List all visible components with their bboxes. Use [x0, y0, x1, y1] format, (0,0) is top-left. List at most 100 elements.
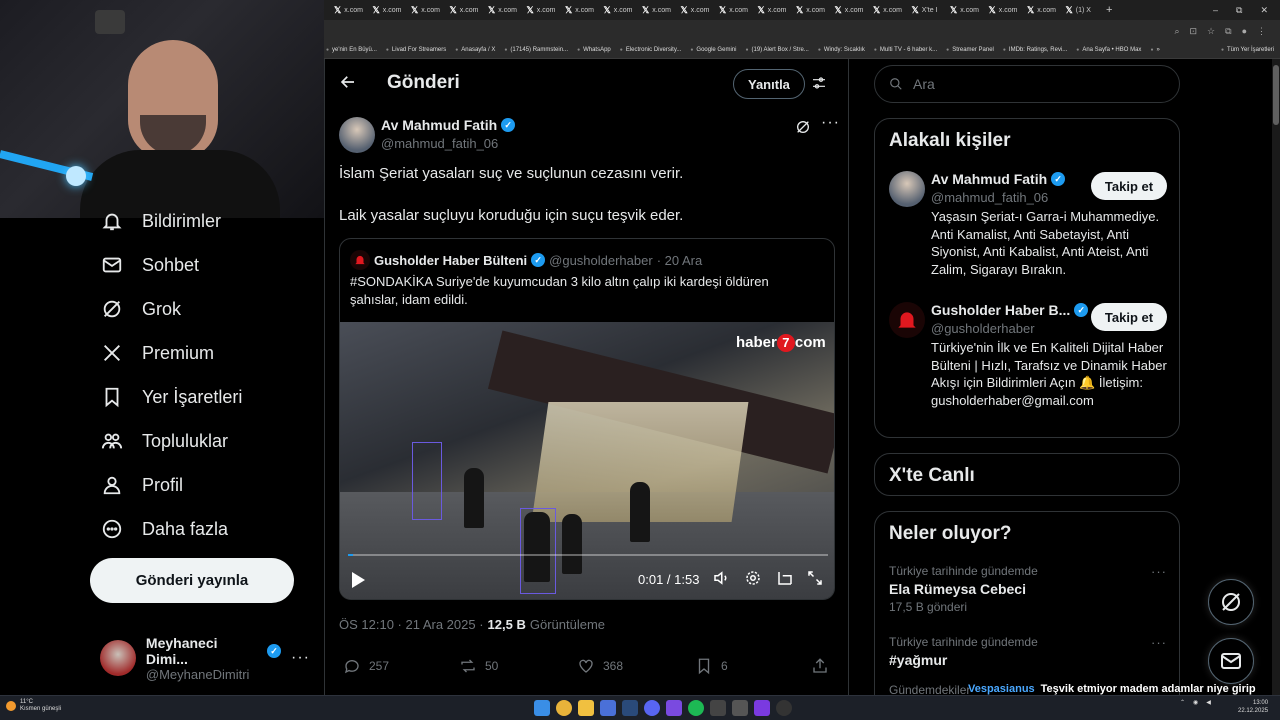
- bookmark-item[interactable]: (19) Alert Box / Stre...: [745, 47, 808, 53]
- browser-tab[interactable]: 𝕏x.com: [831, 0, 870, 20]
- nav-item-grok[interactable]: Grok: [100, 294, 181, 324]
- follow-button[interactable]: Takip et: [1091, 172, 1167, 200]
- star-icon[interactable]: ☆: [1207, 26, 1215, 37]
- follow-button[interactable]: Takip et: [1091, 303, 1167, 331]
- reply-button[interactable]: Yanıtla: [733, 69, 805, 99]
- live-card[interactable]: X'te Canlı: [874, 453, 1180, 496]
- volume-icon[interactable]: [712, 569, 732, 589]
- bookmark-item[interactable]: ye'nin En Büyü...: [326, 47, 377, 53]
- nav-item-profile[interactable]: Profil: [100, 470, 183, 500]
- browser-tab[interactable]: 𝕏x.com: [792, 0, 831, 20]
- back-arrow-icon[interactable]: [339, 73, 361, 95]
- repost-action[interactable]: 50: [459, 657, 498, 675]
- account-switcher[interactable]: Meyhaneci Dimi... ✓ @MeyhaneDimitri ···: [100, 635, 310, 682]
- sliders-icon[interactable]: [811, 75, 827, 96]
- spotify-icon[interactable]: [688, 700, 704, 716]
- browser-tab[interactable]: 𝕏x.com: [985, 0, 1024, 20]
- bookmark-item[interactable]: Anasayfa / X: [455, 47, 495, 53]
- nav-item-communities[interactable]: Topluluklar: [100, 426, 228, 456]
- video-player[interactable]: haber 7 com 0:01 / 1:53: [340, 322, 834, 599]
- app-icon[interactable]: [754, 700, 770, 716]
- zoom-icon[interactable]: ⌕: [1174, 26, 1179, 37]
- tweet-timestamp[interactable]: ÖS 12:10 · 21 Ara 2025 ·: [339, 617, 484, 632]
- bookmark-item[interactable]: Electronic Diversity...: [620, 47, 682, 53]
- app-icon[interactable]: [600, 700, 616, 716]
- profile-icon[interactable]: ●: [1242, 26, 1247, 36]
- start-icon[interactable]: [534, 700, 550, 716]
- bookmark-item[interactable]: Ana Sayfa • HBO Max: [1076, 47, 1141, 53]
- bookmark-item[interactable]: Tüm Yer İşaretleri: [1221, 47, 1274, 53]
- browser-tab[interactable]: 𝕏x.com: [1023, 0, 1062, 20]
- browser-tab[interactable]: 𝕏x.com: [446, 0, 485, 20]
- search-input[interactable]: Ara: [874, 65, 1180, 103]
- bookmark-item[interactable]: WhatsApp: [577, 47, 611, 53]
- scrollbar[interactable]: [1272, 59, 1280, 695]
- fullscreen-icon[interactable]: [806, 569, 826, 589]
- install-icon[interactable]: ⊡: [1190, 26, 1198, 37]
- nav-item-premium[interactable]: Premium: [100, 338, 214, 368]
- chrome-icon[interactable]: [556, 700, 572, 716]
- volume-icon[interactable]: ◀: [1206, 699, 1211, 706]
- browser-tab[interactable]: 𝕏 (1) X: [1062, 0, 1101, 20]
- system-tray[interactable]: ⌃ ◉ ◀: [1180, 699, 1211, 706]
- nav-item-more[interactable]: Daha fazla: [100, 514, 228, 544]
- nav-item-chat[interactable]: Sohbet: [100, 250, 199, 280]
- browser-tab[interactable]: 𝕏 X'te I: [908, 0, 947, 20]
- bookmark-item[interactable]: Livad For Streamers: [386, 47, 446, 53]
- minimize-button[interactable]: –: [1213, 5, 1218, 16]
- app-icon[interactable]: [732, 700, 748, 716]
- bookmark-item[interactable]: Streamer Panel: [946, 47, 994, 53]
- more-icon[interactable]: ···: [1151, 564, 1167, 579]
- bookmark-action[interactable]: 6: [695, 657, 728, 675]
- bookmark-item[interactable]: Google Gemini: [690, 47, 736, 53]
- quoted-tweet[interactable]: Gusholder Haber Bülteni ✓ @gusholderhabe…: [339, 238, 835, 600]
- bookmark-item[interactable]: »: [1150, 47, 1159, 53]
- video-progress-bar[interactable]: [348, 554, 828, 556]
- new-tab-button[interactable]: +: [1100, 4, 1112, 16]
- trend-item[interactable]: Türkiye tarihinde gündemde Ela Rümeysa C…: [889, 564, 1169, 614]
- share-action[interactable]: [811, 657, 829, 675]
- weather-widget[interactable]: 11°C Kısmen güneşli: [6, 699, 61, 713]
- nav-item-bookmarks[interactable]: Yer İşaretleri: [100, 382, 242, 412]
- more-icon[interactable]: ···: [821, 114, 840, 132]
- chevron-up-icon[interactable]: ⌃: [1180, 699, 1185, 706]
- browser-tab[interactable]: 𝕏x.com: [484, 0, 523, 20]
- post-button[interactable]: Gönderi yayınla: [90, 558, 294, 603]
- close-button[interactable]: ✕: [1260, 5, 1268, 16]
- nav-item-notifications[interactable]: Bildirimler: [100, 206, 221, 236]
- steam-icon[interactable]: [622, 700, 638, 716]
- bookmark-item[interactable]: (17145) Rammstein...: [504, 47, 568, 53]
- avatar[interactable]: [339, 117, 375, 153]
- browser-tab[interactable]: 𝕏x.com: [600, 0, 639, 20]
- picture-in-picture-icon[interactable]: [776, 569, 796, 589]
- browser-tab[interactable]: 𝕏x.com: [561, 0, 600, 20]
- obs-icon[interactable]: [776, 700, 792, 716]
- network-icon[interactable]: ◉: [1193, 699, 1198, 706]
- bookmark-item[interactable]: Multi TV - 6 haber k...: [874, 47, 937, 53]
- browser-tab[interactable]: 𝕏x.com: [407, 0, 446, 20]
- grok-icon[interactable]: [795, 119, 811, 140]
- author-name[interactable]: Av Mahmud Fatih: [381, 117, 497, 133]
- browser-tab[interactable]: 𝕏x.com: [754, 0, 793, 20]
- browser-tab[interactable]: 𝕏x.com: [869, 0, 908, 20]
- maximize-button[interactable]: ⧉: [1236, 5, 1242, 16]
- author-handle[interactable]: @mahmud_fatih_06: [381, 136, 498, 151]
- menu-icon[interactable]: ⋮: [1257, 26, 1266, 37]
- messages-fab[interactable]: [1208, 638, 1254, 684]
- more-icon[interactable]: ···: [1151, 635, 1167, 650]
- reply-action[interactable]: 257: [343, 657, 389, 675]
- app-icon[interactable]: [666, 700, 682, 716]
- browser-tab[interactable]: 𝕏x.com: [523, 0, 562, 20]
- explorer-icon[interactable]: [578, 700, 594, 716]
- browser-tab[interactable]: 𝕏x.com: [677, 0, 716, 20]
- trend-item[interactable]: Türkiye tarihinde gündemde #yağmur ···: [889, 635, 1169, 668]
- extensions-icon[interactable]: ⧉: [1225, 26, 1231, 37]
- settings-gear-icon[interactable]: [744, 569, 764, 589]
- browser-tab[interactable]: 𝕏x.com: [330, 0, 369, 20]
- grok-fab[interactable]: [1208, 579, 1254, 625]
- app-icon[interactable]: [710, 700, 726, 716]
- clock[interactable]: 13:00 22.12.2025: [1238, 699, 1268, 715]
- discord-icon[interactable]: [644, 700, 660, 716]
- browser-tab[interactable]: 𝕏x.com: [946, 0, 985, 20]
- browser-tab[interactable]: 𝕏x.com: [715, 0, 754, 20]
